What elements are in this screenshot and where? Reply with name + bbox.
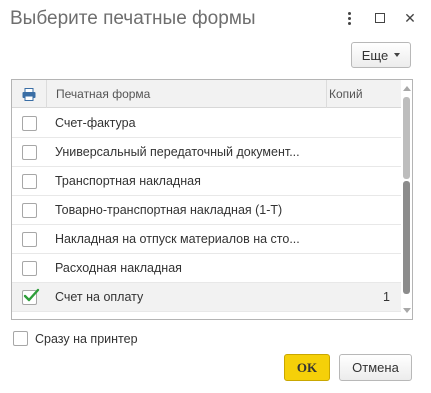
row-print-form-name: Универсальный передаточный документ... — [55, 145, 300, 159]
scroll-up-icon[interactable] — [403, 86, 411, 91]
row-copies[interactable]: 1 — [330, 283, 390, 312]
row-checkbox[interactable] — [22, 174, 37, 189]
vertical-scrollbar[interactable] — [401, 80, 412, 319]
more-button[interactable]: Еще — [351, 42, 411, 68]
table-body: Счет-фактура Универсальный передаточный д… — [12, 109, 402, 312]
printer-icon[interactable] — [12, 80, 46, 108]
print-forms-table: Печатная форма Копий Счет-фактура Универс… — [11, 79, 413, 320]
row-copies[interactable] — [330, 196, 390, 225]
print-immediately-label: Сразу на принтер — [35, 331, 138, 346]
table-row[interactable]: Универсальный передаточный документ... — [12, 138, 402, 167]
scroll-down-icon[interactable] — [403, 308, 411, 313]
maximize-icon[interactable] — [371, 9, 389, 27]
cancel-button[interactable]: Отмена — [339, 354, 412, 381]
chevron-down-icon — [394, 53, 401, 57]
more-button-label: Еще — [361, 47, 389, 63]
row-print-form-name: Товарно-транспортная накладная (1-Т) — [55, 203, 283, 217]
table-row[interactable]: Счет-фактура — [12, 109, 402, 138]
row-checkbox[interactable] — [22, 203, 37, 218]
scroll-thumb[interactable] — [403, 181, 410, 294]
table-row[interactable]: Транспортная накладная — [12, 167, 402, 196]
checkmark-icon — [23, 288, 40, 302]
row-copies[interactable] — [330, 225, 390, 254]
table-row[interactable]: Товарно-транспортная накладная (1-Т) — [12, 196, 402, 225]
row-print-form-name: Счет на оплату — [55, 290, 144, 304]
table-row[interactable]: Расходная накладная — [12, 254, 402, 283]
row-copies[interactable] — [330, 167, 390, 196]
row-print-form-name: Расходная накладная — [55, 261, 182, 275]
row-checkbox[interactable] — [22, 261, 37, 276]
row-checkbox[interactable] — [22, 232, 37, 247]
row-copies[interactable] — [330, 138, 390, 167]
scroll-track[interactable] — [403, 97, 410, 179]
row-checkbox[interactable] — [22, 288, 40, 305]
row-print-form-name: Счет-фактура — [55, 116, 136, 130]
ok-button[interactable]: OK — [284, 354, 330, 381]
dialog-title: Выберите печатные формы — [10, 8, 256, 29]
row-checkbox[interactable] — [22, 116, 37, 131]
more-vertical-icon[interactable] — [340, 9, 358, 27]
table-row[interactable]: Счет на оплату 1 — [12, 283, 402, 312]
table-row[interactable]: Накладная на отпуск материалов на сто... — [12, 225, 402, 254]
column-header-copies[interactable]: Копий — [326, 80, 402, 108]
close-icon[interactable]: ✕ — [401, 9, 419, 27]
row-checkbox[interactable] — [22, 145, 37, 160]
row-copies[interactable] — [330, 109, 390, 138]
print-immediately-option[interactable]: Сразу на принтер — [13, 331, 138, 346]
column-header-print-form[interactable]: Печатная форма — [46, 80, 326, 108]
row-print-form-name: Транспортная накладная — [55, 174, 201, 188]
print-immediately-checkbox[interactable] — [13, 331, 28, 346]
row-print-form-name: Накладная на отпуск материалов на сто... — [55, 232, 300, 246]
row-copies[interactable] — [330, 254, 390, 283]
table-header: Печатная форма Копий — [12, 80, 402, 108]
